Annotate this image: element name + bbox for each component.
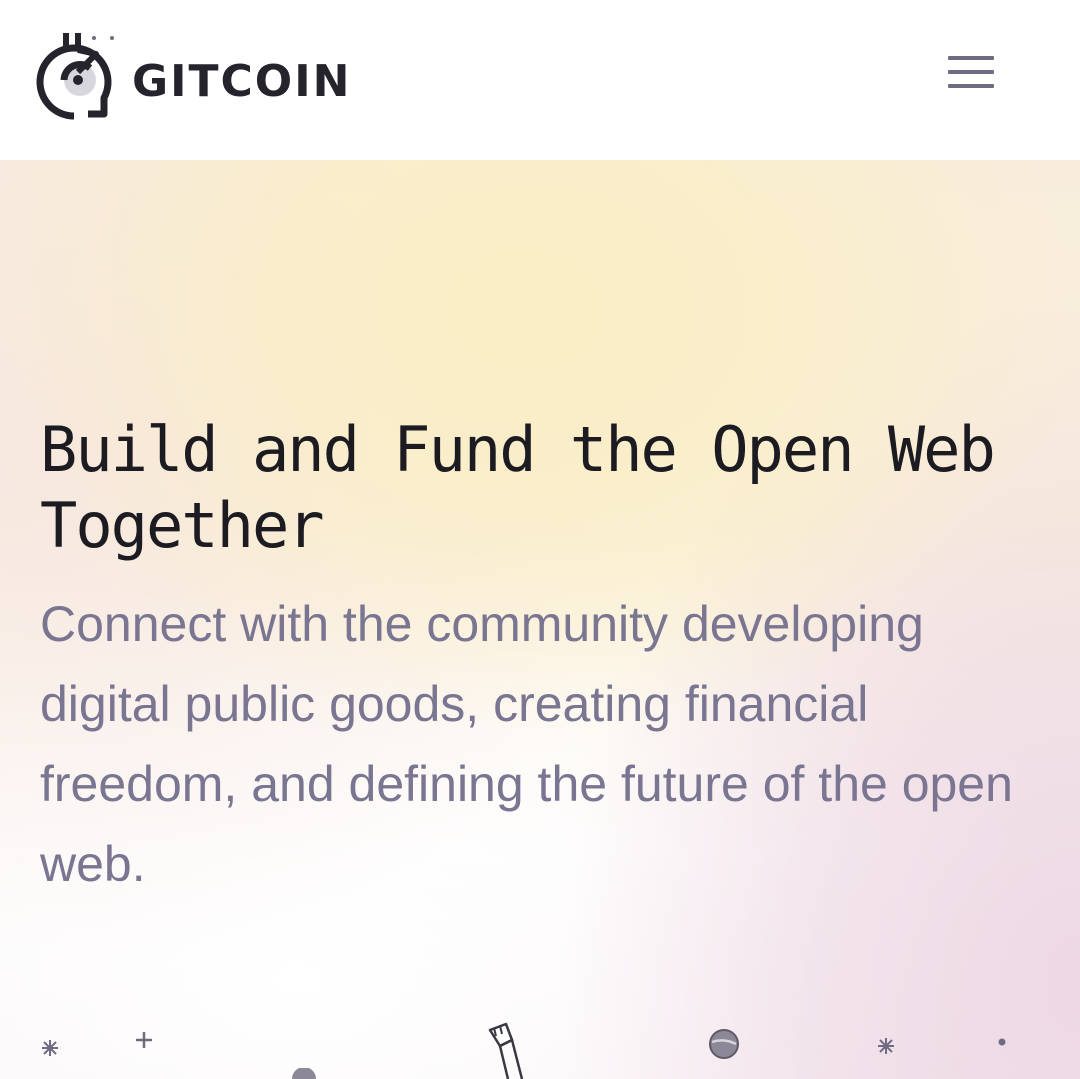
menu-bar-top [948, 56, 994, 60]
planet-partial-icon [290, 1068, 320, 1079]
astronaut-arm-icon [482, 1022, 532, 1079]
planet-icon [708, 1028, 740, 1060]
dot-star-icon [996, 1036, 1008, 1048]
hero-section: Build and Fund the Open Web Together Con… [0, 160, 1080, 1079]
plus-star-icon [134, 1030, 154, 1050]
gitcoin-logo-link[interactable]: GITCOIN [34, 28, 374, 124]
hamburger-menu-icon[interactable] [946, 54, 996, 90]
gitcoin-logo-icon [34, 28, 114, 124]
menu-bar-bottom [948, 84, 994, 88]
hero-subtitle: Connect with the community developing di… [40, 596, 1013, 892]
menu-bar-middle [948, 70, 994, 74]
hero-title: Build and Fund the Open Web Together [40, 413, 996, 562]
site-header: GITCOIN [0, 0, 1080, 160]
sparkle-icon [40, 1038, 60, 1058]
logo-wordmark: GITCOIN [132, 55, 352, 107]
sparkle-icon [876, 1036, 896, 1056]
